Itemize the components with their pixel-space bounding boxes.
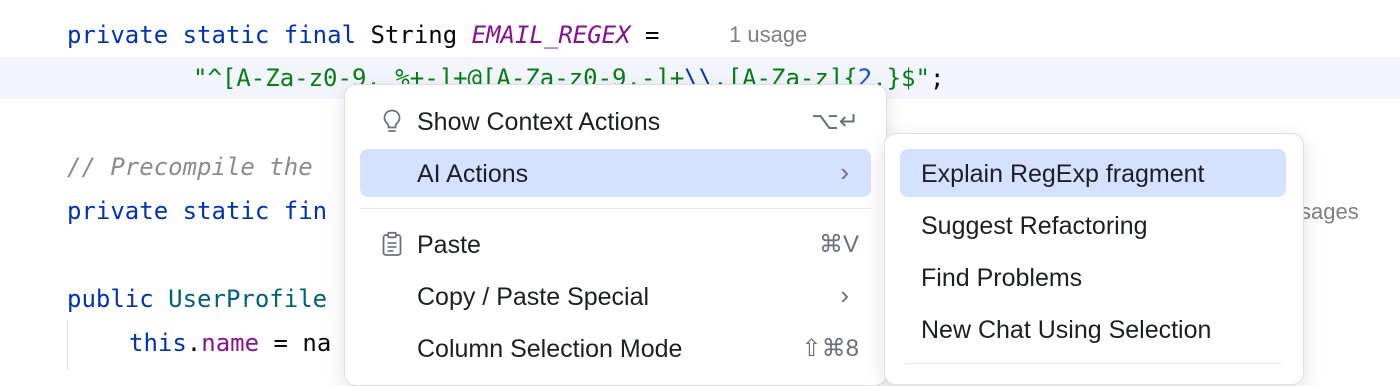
keyword-private: private [67,21,169,49]
menu-item-label: AI Actions [417,160,529,188]
constructor-name: UserProfile [168,285,328,313]
menu-item-label: Explain RegExp fragment [921,160,1205,188]
menu-item-suggest-refactoring[interactable]: Suggest Refactoring [900,201,1286,249]
menu-item-explain-regexp[interactable]: Explain RegExp fragment [900,149,1286,197]
keyword-private: private [67,197,169,225]
clipboard-icon [382,231,402,256]
menu-item-paste[interactable]: Paste ⌘V [360,220,871,268]
menu-item-label: New Chat Using Selection [921,316,1212,344]
code-line-email-regex[interactable]: private static final String EMAIL_REGEX … [67,21,659,49]
menu-item-find-problems[interactable]: Find Problems [900,253,1286,301]
type-string: String [370,21,458,49]
menu-item-label: Column Selection Mode [417,335,683,363]
code-line-pattern[interactable]: private static fin [67,197,327,225]
keyword-static: static [182,197,270,225]
menu-separator [905,363,1281,364]
menu-item-label: Suggest Refactoring [921,212,1148,240]
field-name: name [201,329,260,357]
context-menu: Show Context Actions ⌥↵ AI Actions › Pas… [344,84,887,386]
semicolon: ; [929,64,945,92]
menu-item-label: Find Problems [921,264,1083,292]
constant-email-regex[interactable]: EMAIL_REGEX [472,21,631,49]
shortcut-hint: ⌥↵ [811,108,859,135]
assign-operator: = [645,21,660,49]
menu-item-ai-actions[interactable]: AI Actions › [360,149,871,197]
chevron-right-icon: › [840,157,849,187]
comment: // Precompile the [67,153,313,181]
code-line-assignment[interactable]: this.name = na [129,329,331,357]
menu-item-column-selection-mode[interactable]: Column Selection Mode ⇧⌘8 [360,324,871,372]
code-line-constructor[interactable]: public UserProfile [67,285,327,313]
keyword-static: static [182,21,270,49]
shortcut-hint: ⇧⌘8 [801,335,859,362]
menu-item-new-chat-using-selection[interactable]: New Chat Using Selection [900,305,1286,353]
menu-item-copy-paste-special[interactable]: Copy / Paste Special › [360,272,871,320]
indent-guide [67,321,68,370]
chevron-right-icon: › [840,280,849,310]
menu-item-show-context-actions[interactable]: Show Context Actions ⌥↵ [360,97,871,145]
keyword-final-partial: fin [283,197,328,225]
ai-actions-submenu: Explain RegExp fragment Suggest Refactor… [884,133,1304,385]
code-line-comment[interactable]: // Precompile the [67,153,313,181]
dot: . [186,329,202,357]
shortcut-hint: ⌘V [818,231,859,258]
keyword-this: this [129,329,187,357]
usage-hint[interactable]: 1 usage [729,22,807,48]
menu-item-label: Paste [417,231,481,259]
usage-hint-2[interactable]: sages [1300,199,1359,225]
keyword-final: final [283,21,357,49]
lightbulb-icon [383,109,401,132]
menu-separator [360,208,871,209]
assignment-rest: = na [259,329,332,357]
menu-item-label: Show Context Actions [417,108,661,136]
menu-item-label: Copy / Paste Special [417,283,650,311]
keyword-public: public [67,285,154,313]
